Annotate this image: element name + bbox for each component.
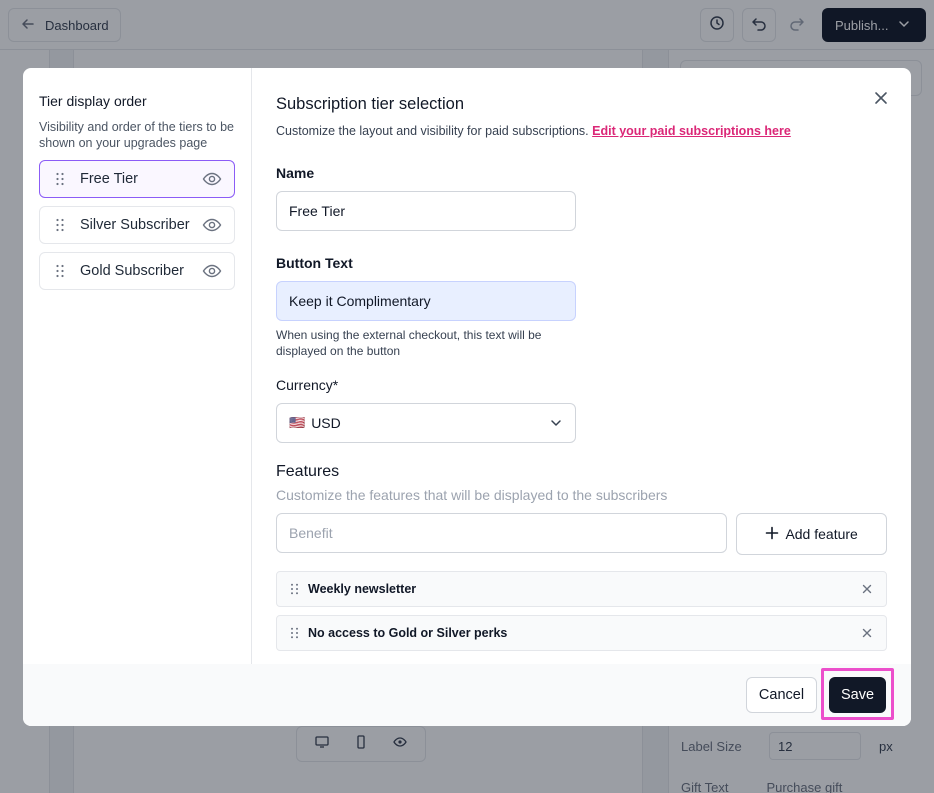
- cancel-button[interactable]: Cancel: [746, 677, 817, 713]
- feature-item[interactable]: Weekly newsletter: [276, 571, 887, 607]
- name-label: Name: [276, 165, 315, 181]
- drag-handle-icon[interactable]: [54, 218, 66, 232]
- tier-order-title: Tier display order: [39, 93, 147, 109]
- drag-handle-icon[interactable]: [54, 264, 66, 278]
- visibility-eye-icon[interactable]: [202, 169, 222, 189]
- currency-select[interactable]: 🇺🇸 USD: [276, 403, 576, 443]
- add-feature-label: Add feature: [785, 526, 858, 542]
- save-button[interactable]: Save: [829, 677, 886, 713]
- feature-text: Weekly newsletter: [308, 582, 417, 596]
- chevron-down-icon: [549, 416, 563, 430]
- feature-item[interactable]: No access to Gold or Silver perks: [276, 615, 887, 651]
- remove-feature-icon[interactable]: [860, 582, 874, 596]
- benefit-input[interactable]: [276, 513, 728, 553]
- drag-handle-icon[interactable]: [54, 172, 66, 186]
- tier-item-free[interactable]: Free Tier: [39, 160, 235, 198]
- modal-description-text: Customize the layout and visibility for …: [276, 124, 589, 138]
- button-text-label: Button Text: [276, 255, 353, 271]
- remove-feature-icon[interactable]: [860, 626, 874, 640]
- us-flag-icon: 🇺🇸: [289, 415, 306, 430]
- tier-item-silver[interactable]: Silver Subscriber: [39, 206, 235, 244]
- currency-value: USD: [311, 415, 341, 431]
- drag-handle-icon[interactable]: [288, 627, 300, 639]
- features-description: Customize the features that will be disp…: [276, 487, 668, 503]
- tier-label: Gold Subscriber: [80, 263, 184, 279]
- close-icon[interactable]: [871, 88, 891, 108]
- tier-item-gold[interactable]: Gold Subscriber: [39, 252, 235, 290]
- visibility-eye-icon[interactable]: [202, 261, 222, 281]
- features-title: Features: [276, 463, 340, 480]
- tier-label: Silver Subscriber: [80, 217, 190, 233]
- tier-settings-panel: Subscription tier selection Customize th…: [276, 68, 911, 664]
- feature-text: No access to Gold or Silver perks: [308, 626, 508, 640]
- add-feature-row: Add feature: [276, 513, 887, 555]
- button-text-input[interactable]: Keep it Complimentary: [276, 281, 576, 321]
- subscription-tier-modal: Tier display order Visibility and order …: [23, 68, 911, 726]
- modal-title: Subscription tier selection: [276, 95, 465, 113]
- visibility-eye-icon[interactable]: [202, 215, 222, 235]
- tier-order-description: Visibility and order of the tiers to be …: [39, 120, 235, 150]
- modal-description: Customize the layout and visibility for …: [276, 124, 887, 138]
- plus-icon: [765, 526, 779, 543]
- name-input[interactable]: Free Tier: [276, 191, 576, 231]
- modal-footer: Cancel Save: [23, 664, 911, 726]
- tier-order-panel: Tier display order Visibility and order …: [23, 68, 252, 664]
- edit-subscriptions-link[interactable]: Edit your paid subscriptions here: [592, 124, 791, 138]
- drag-handle-icon[interactable]: [288, 583, 300, 595]
- currency-label: Currency*: [276, 377, 339, 393]
- button-text-help: When using the external checkout, this t…: [276, 328, 542, 358]
- add-feature-button[interactable]: Add feature: [736, 513, 887, 555]
- tier-label: Free Tier: [80, 171, 139, 187]
